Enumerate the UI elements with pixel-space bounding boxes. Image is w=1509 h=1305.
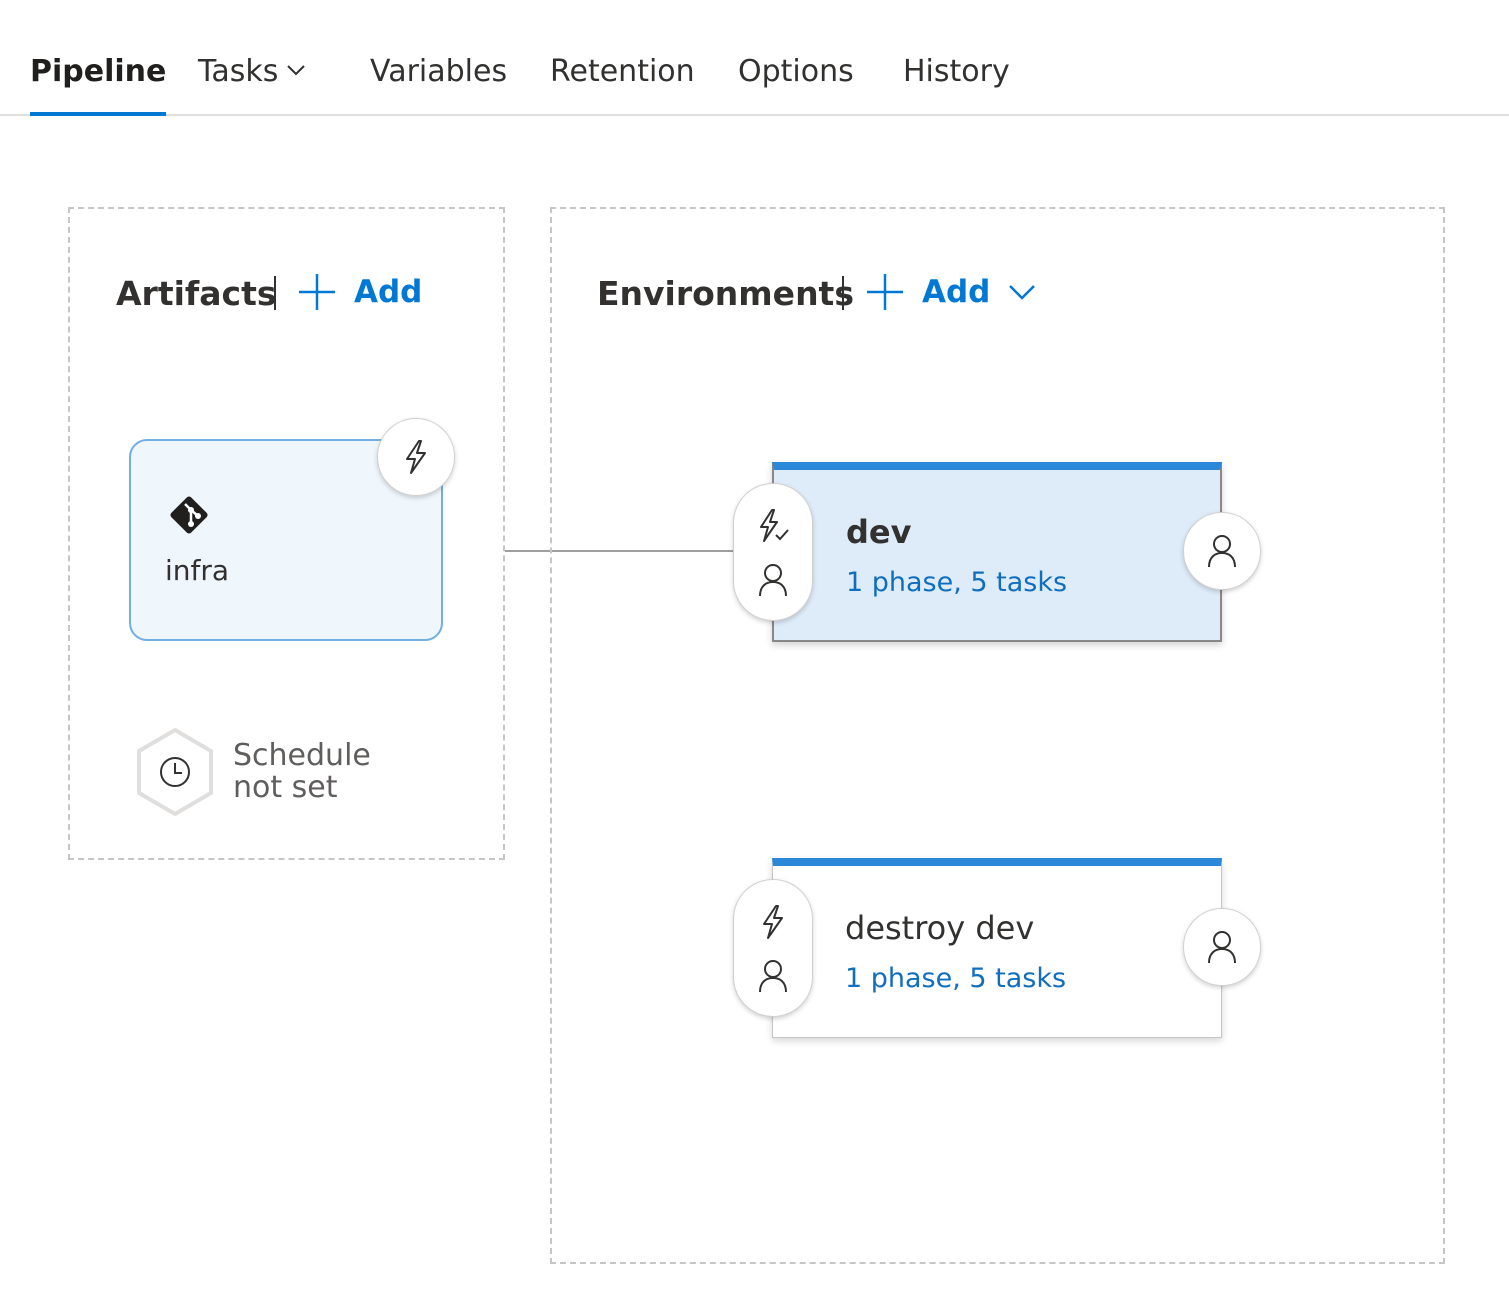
schedule-line1: Schedule — [233, 738, 371, 773]
artifacts-title: Artifacts — [116, 274, 277, 313]
tab-variables-label: Variables — [370, 54, 508, 89]
chevron-down-icon — [1009, 285, 1036, 300]
plus-icon — [299, 274, 335, 310]
person-icon — [759, 564, 787, 597]
person-icon — [1208, 931, 1236, 964]
lightning-check-icon — [760, 509, 789, 542]
environment-name: dev — [846, 513, 912, 551]
title-separator — [274, 276, 276, 310]
tab-options-label: Options — [738, 54, 854, 89]
pre-deployment-approvers-button[interactable] — [734, 948, 812, 1004]
post-deployment-approvers-button[interactable] — [1183, 512, 1261, 590]
tab-tasks-label: Tasks — [198, 54, 279, 89]
environment-card-dev[interactable]: dev 1 phase, 5 tasks — [772, 462, 1222, 642]
schedule-status[interactable]: Schedule not set — [233, 740, 433, 804]
add-artifact-button[interactable]: Add — [298, 270, 422, 314]
schedule-line2: not set — [233, 770, 338, 805]
plus-icon — [867, 274, 903, 310]
pre-deployment-approvers-button[interactable] — [734, 552, 812, 608]
tab-pipeline[interactable]: Pipeline — [30, 52, 167, 116]
tab-retention[interactable]: Retention — [550, 52, 695, 116]
schedule-button[interactable] — [135, 728, 215, 816]
pre-deployment-trigger-button[interactable] — [734, 498, 812, 554]
pre-deployment-conditions-destroy-dev — [733, 879, 813, 1017]
environment-name: destroy dev — [845, 909, 1035, 947]
tab-variables[interactable]: Variables — [370, 52, 507, 116]
pipeline-tab-bar: Pipeline Tasks Variables Retention Optio… — [0, 0, 1509, 116]
lightning-icon — [763, 905, 783, 939]
tab-pipeline-label: Pipeline — [30, 54, 167, 89]
title-separator — [842, 276, 844, 310]
add-artifact-label: Add — [354, 274, 423, 310]
git-icon — [170, 496, 208, 534]
pre-deployment-trigger-button[interactable] — [734, 894, 812, 950]
artifact-trigger-button[interactable] — [377, 418, 455, 496]
person-icon — [759, 960, 787, 993]
tab-tasks[interactable]: Tasks — [198, 52, 306, 116]
environment-summary-link[interactable]: 1 phase, 5 tasks — [846, 566, 1067, 600]
pre-deployment-conditions-dev — [733, 483, 813, 621]
add-environment-button[interactable]: Add — [866, 270, 1036, 314]
person-icon — [1208, 535, 1236, 568]
tab-retention-label: Retention — [550, 54, 695, 89]
add-environment-label: Add — [922, 274, 991, 310]
tab-history[interactable]: History — [903, 52, 1010, 116]
environment-card-destroy-dev[interactable]: destroy dev 1 phase, 5 tasks — [772, 858, 1222, 1038]
artifact-name: infra — [165, 554, 230, 587]
chevron-down-icon — [287, 64, 306, 75]
lightning-icon — [406, 440, 426, 474]
post-deployment-approvers-button[interactable] — [1183, 908, 1261, 986]
tab-history-label: History — [903, 54, 1010, 89]
tab-options[interactable]: Options — [738, 52, 854, 116]
environment-summary-link[interactable]: 1 phase, 5 tasks — [845, 962, 1066, 996]
environments-panel — [550, 207, 1445, 1264]
environments-title: Environments — [597, 274, 854, 313]
